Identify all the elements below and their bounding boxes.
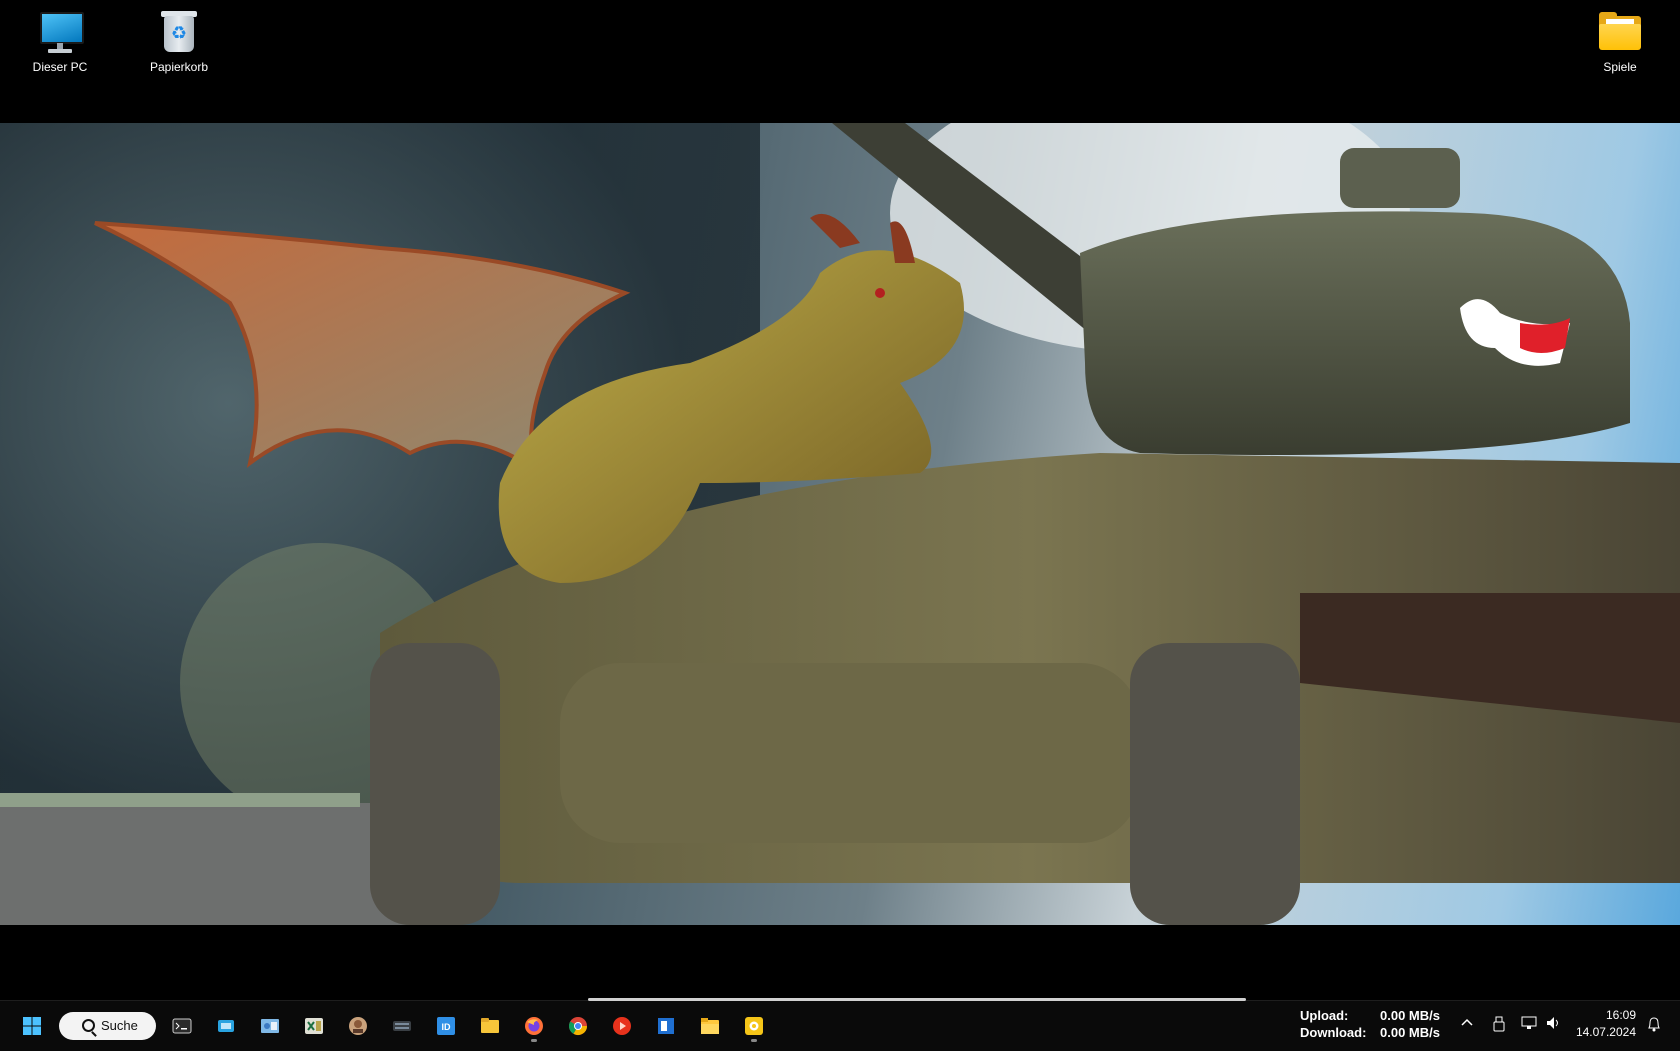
terminal-icon [172, 1018, 192, 1034]
bell-icon[interactable] [1645, 1016, 1663, 1034]
clock-date: 14.07.2024 [1575, 1025, 1636, 1039]
network-icon[interactable] [1520, 1016, 1538, 1034]
upload-value: 0.00 MB/s [1380, 1008, 1440, 1023]
running-indicator [531, 1039, 537, 1042]
taskbar-app-folder[interactable] [694, 1010, 726, 1042]
svg-text:ID: ID [442, 1022, 452, 1032]
recycle-bin-icon: ♻ [155, 8, 203, 56]
upload-label: Upload: [1300, 1008, 1349, 1023]
desktop-icon-recycle-bin[interactable]: ♻ Papierkorb [134, 0, 224, 75]
firefox-icon [525, 1017, 543, 1035]
volume-icon[interactable] [1545, 1016, 1563, 1034]
taskbar-app-firefox[interactable] [518, 1010, 550, 1042]
folder-icon [1596, 8, 1644, 56]
taskbar-app-indesign[interactable]: ID [430, 1010, 462, 1042]
usb-icon[interactable] [1490, 1016, 1508, 1034]
taskbar-app-contacts[interactable] [342, 1010, 374, 1042]
taskbar-app-notepad[interactable] [650, 1010, 682, 1042]
taskbar-app-file-explorer[interactable] [474, 1010, 506, 1042]
taskbar-app-excel[interactable] [298, 1010, 330, 1042]
desktop-wallpaper [0, 123, 1680, 925]
taskbar-app-keyboard[interactable] [386, 1010, 418, 1042]
download-value: 0.00 MB/s [1380, 1025, 1440, 1040]
search-box[interactable]: Suche [59, 1012, 156, 1040]
media-player-icon [613, 1017, 631, 1035]
taskbar-app-yellow[interactable] [738, 1010, 770, 1042]
system-clock[interactable]: 16:09 14.07.2024 [1570, 1007, 1636, 1041]
desktop-icon-games-folder[interactable]: Spiele [1575, 0, 1665, 75]
desktop-icon-label: Papierkorb [149, 60, 209, 74]
taskbar-app-window[interactable] [210, 1010, 242, 1042]
desktop-icon-label: Spiele [1603, 60, 1637, 74]
notepad-app-icon [658, 1018, 674, 1034]
taskbar-app-control-panel[interactable] [254, 1010, 286, 1042]
indesign-icon: ID [437, 1017, 455, 1035]
app-window-icon [218, 1020, 234, 1032]
clock-time: 16:09 [1605, 1008, 1636, 1022]
excel-icon [305, 1018, 323, 1034]
taskbar-app-terminal[interactable] [166, 1010, 198, 1042]
desktop-icon-this-pc[interactable]: Dieser PC [15, 0, 105, 75]
monitor-icon [36, 8, 84, 56]
taskbar-scroll-indicator [588, 998, 1246, 1001]
folder-icon [701, 1018, 719, 1034]
download-label: Download: [1300, 1025, 1367, 1040]
windows-start-icon [23, 1017, 41, 1035]
file-explorer-icon [481, 1018, 499, 1033]
keyboard-app-icon [393, 1021, 411, 1031]
search-icon [82, 1019, 95, 1032]
chevron-up-icon[interactable] [1458, 1016, 1476, 1034]
desktop-icon-label: Dieser PC [32, 60, 88, 74]
chrome-icon [568, 1017, 587, 1036]
taskbar: Suche ID Upload: 0.00 MB/s Download: 0.0… [0, 998, 1680, 1051]
contact-app-icon [349, 1017, 367, 1035]
taskbar-app-chrome[interactable] [562, 1010, 594, 1042]
taskbar-app-media-player[interactable] [606, 1010, 638, 1042]
control-panel-icon [261, 1019, 279, 1033]
network-speed-widget: Upload: 0.00 MB/s Download: 0.00 MB/s [1300, 1007, 1440, 1041]
search-label: Suche [101, 1018, 138, 1033]
yellow-app-icon [745, 1017, 763, 1035]
wallpaper-image [0, 123, 1680, 925]
running-indicator [751, 1039, 757, 1042]
start-button[interactable] [16, 1010, 48, 1042]
